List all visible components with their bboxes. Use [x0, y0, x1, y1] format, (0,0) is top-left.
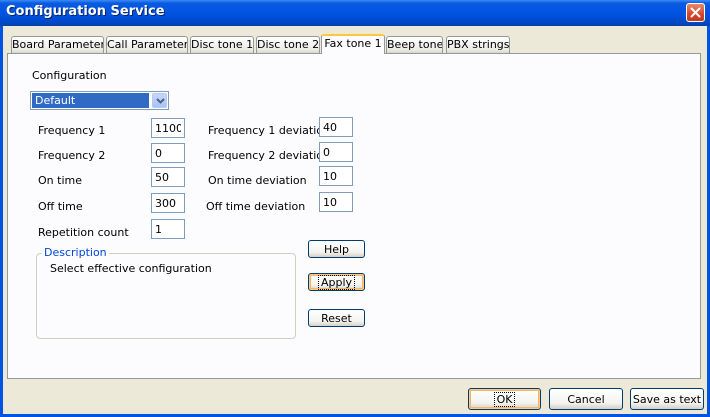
tab-fax-tone-1[interactable]: Fax tone 1	[321, 34, 385, 54]
dropdown-button[interactable]	[152, 93, 167, 108]
tab-pbx-strings[interactable]: PBX strings	[446, 36, 510, 53]
help-button[interactable]: Help	[308, 240, 365, 258]
frequency-1-deviation-input[interactable]	[319, 117, 353, 137]
tab-disc-tone-2[interactable]: Disc tone 2	[256, 36, 320, 53]
chevron-down-icon	[156, 98, 165, 104]
ok-button-label: OK	[493, 391, 516, 407]
reset-button[interactable]: Reset	[308, 309, 365, 327]
apply-button-label: Apply	[317, 274, 356, 290]
help-button-label: Help	[323, 242, 350, 256]
configuration-select[interactable]: Default	[30, 91, 169, 110]
save-as-text-button[interactable]: Save as text	[630, 388, 704, 410]
reset-button-label: Reset	[321, 311, 352, 325]
off-time-input[interactable]	[151, 193, 185, 213]
close-button[interactable]	[686, 3, 705, 22]
on-time-input[interactable]	[151, 167, 185, 187]
tab-board-parameters[interactable]: Board Parameters	[11, 36, 104, 53]
apply-button[interactable]: Apply	[308, 273, 365, 291]
tab-call-parameters[interactable]: Call Parameters	[106, 36, 188, 53]
save-as-text-button-label: Save as text	[632, 392, 702, 406]
frequency-2-deviation-input[interactable]	[319, 142, 353, 162]
tab-disc-tone-1[interactable]: Disc tone 1	[190, 36, 254, 53]
close-icon	[690, 7, 701, 18]
cancel-button[interactable]: Cancel	[549, 388, 623, 410]
frequency-2-input[interactable]	[151, 143, 185, 163]
configuration-selected-value: Default	[32, 93, 149, 108]
title-bar[interactable]: Configuration Service	[0, 0, 710, 26]
on-time-deviation-input[interactable]	[319, 166, 353, 186]
ok-button[interactable]: OK	[468, 388, 541, 410]
tab-beep-tone[interactable]: Beep tone	[386, 36, 443, 53]
cancel-button-label: Cancel	[567, 392, 605, 406]
repetition-count-input[interactable]	[151, 219, 185, 239]
frequency-1-input[interactable]	[151, 118, 185, 138]
window-title: Configuration Service	[6, 4, 165, 19]
off-time-deviation-input[interactable]	[319, 192, 353, 212]
